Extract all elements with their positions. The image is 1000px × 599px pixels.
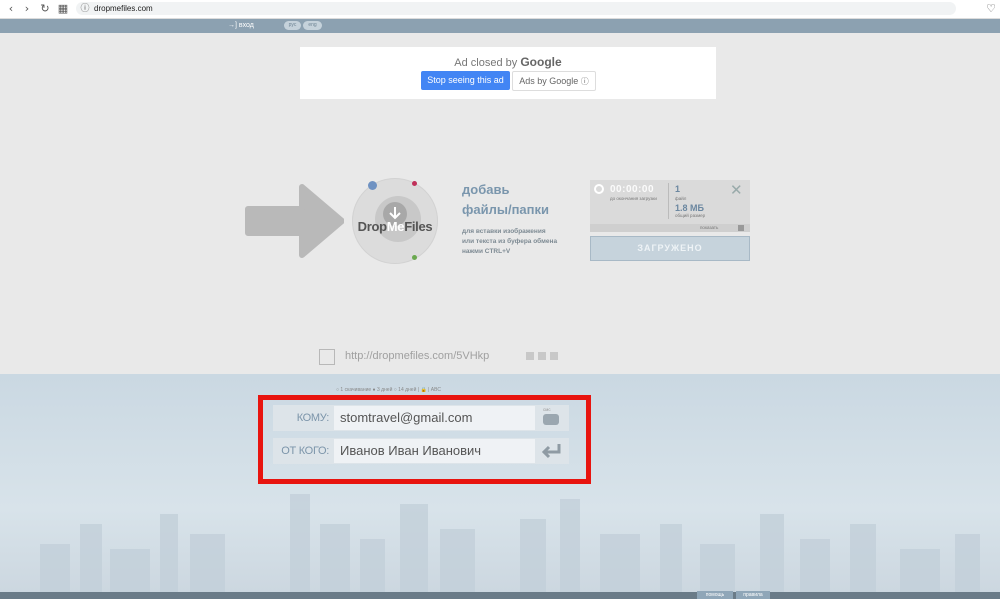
copy-link-icon[interactable] (319, 349, 335, 365)
stop-seeing-ad-button[interactable]: Stop seeing this ad (421, 71, 510, 90)
total-size: 1.8 МБ (675, 203, 704, 213)
browser-toolbar: ‹ › ↻ ▦ ⓘ dropmefiles.com ♡ (0, 0, 1000, 19)
show-files-link[interactable]: показать (700, 225, 718, 230)
address-bar[interactable] (76, 2, 956, 15)
reload-icon[interactable]: ↻ (38, 2, 52, 16)
add-files-title[interactable]: добавь файлы/папки (462, 180, 549, 220)
show-files-bar (590, 224, 750, 232)
clock-icon (594, 184, 604, 194)
back-icon[interactable]: ‹ (4, 2, 18, 16)
link-options[interactable]: ○ 1 скачивание ● 3 дней ○ 14 дней | 🔒 | … (336, 387, 441, 393)
lang-en-button[interactable]: eng (303, 21, 322, 30)
logo-drop: Drop (357, 219, 387, 234)
paste-hint: для вставки изображения или текста из бу… (462, 227, 592, 257)
highlight-box (258, 395, 591, 484)
site-info-icon[interactable]: ⓘ (78, 2, 92, 16)
logo-dot-green (412, 255, 417, 260)
uploaded-status-button[interactable]: ЗАГРУЖЕНО (590, 236, 750, 261)
logo-dot-red (412, 181, 417, 186)
logo-dot-blue (368, 181, 377, 190)
ad-closed-prefix: Ad closed by (454, 57, 518, 69)
vk-icon[interactable] (538, 352, 546, 360)
site-topbar (0, 19, 1000, 33)
close-icon[interactable]: ✕ (730, 181, 743, 199)
email-share-icon[interactable] (550, 352, 558, 360)
share-link[interactable]: http://dropmefiles.com/5VHkp (345, 350, 489, 362)
login-link[interactable]: →] вход (228, 20, 254, 32)
dropmefiles-logo: DropMeFiles (352, 219, 438, 234)
file-count: 1 (675, 184, 681, 194)
logo-me: Me (386, 219, 405, 234)
add-files-title-line2: файлы/папки (462, 202, 550, 217)
ad-closed-text: Ad closed by Google (300, 55, 716, 69)
google-brand: Google (520, 55, 562, 69)
info-icon: ⓘ (580, 77, 589, 86)
expand-icon[interactable] (738, 225, 744, 231)
facebook-icon[interactable] (526, 352, 534, 360)
apps-icon[interactable]: ▦ (56, 2, 70, 16)
footer-help-link[interactable]: помощь (697, 591, 733, 599)
paste-hint-line2: или текста из буфера обмена (462, 238, 558, 245)
logo-files: Files (404, 219, 433, 234)
add-files-title-line1: добавь (462, 182, 510, 197)
total-size-label: общий размер (675, 213, 706, 218)
bookmark-icon[interactable]: ♡ (984, 2, 998, 16)
timer-label: до окончания загрузки (610, 196, 657, 201)
paste-hint-line1: для вставки изображения (462, 228, 546, 235)
footer-bar (0, 592, 1000, 599)
paste-hint-line3: нажми CTRL+V (462, 248, 511, 255)
status-divider (668, 183, 669, 219)
lang-ru-button[interactable]: рус (284, 21, 301, 30)
timer-value: 00:00:00 (610, 184, 655, 195)
ads-by-google-button[interactable]: Ads by Google ⓘ (512, 71, 596, 91)
file-count-label: файл (675, 196, 687, 201)
url-text[interactable]: dropmefiles.com (94, 3, 153, 14)
footer-rules-link[interactable]: правила (736, 591, 770, 599)
forward-icon[interactable]: › (20, 2, 34, 16)
ads-by-google-label: Ads by Google (519, 76, 579, 86)
arrow-right-icon (245, 184, 344, 258)
